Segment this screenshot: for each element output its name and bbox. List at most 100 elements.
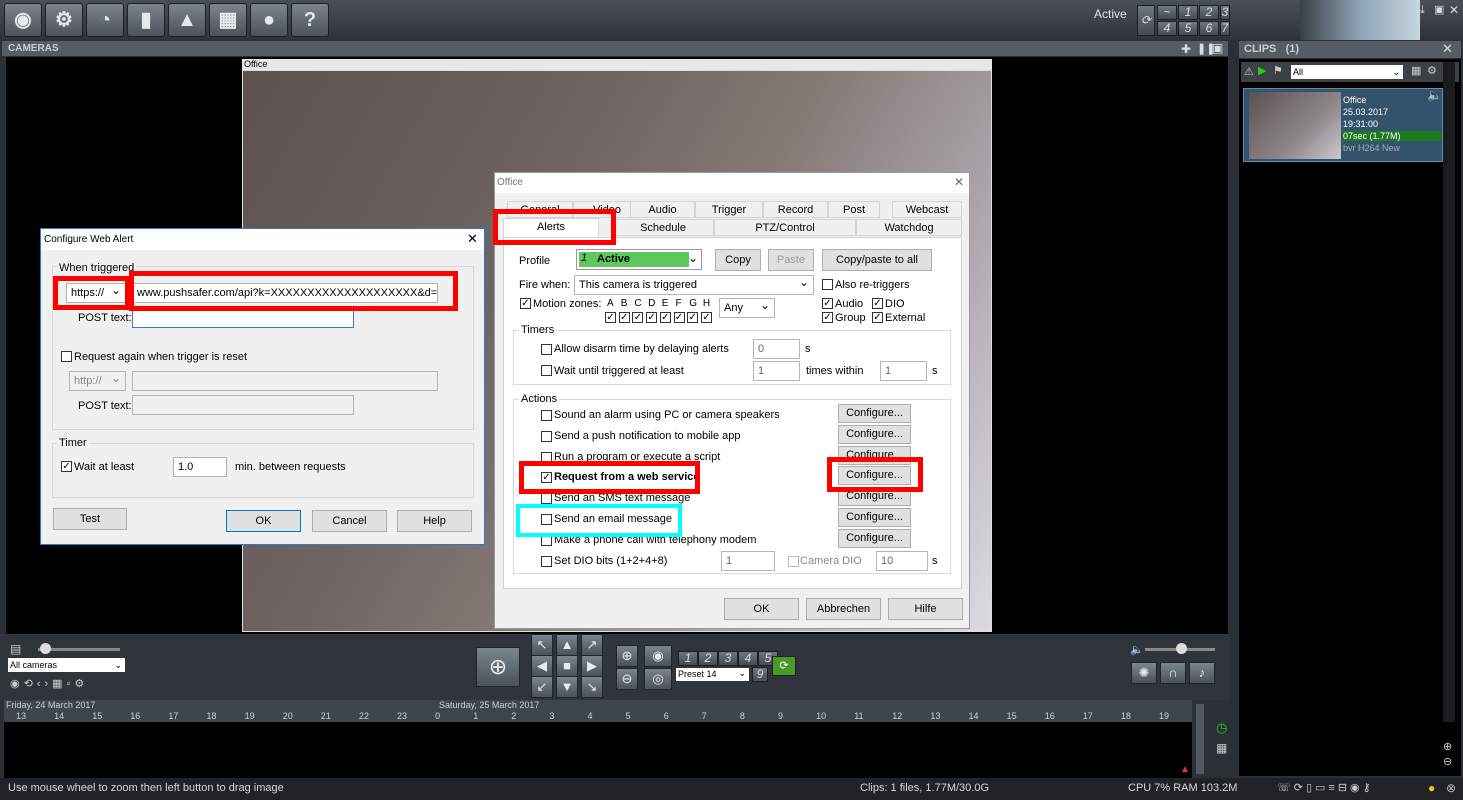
chart-icon[interactable]: ▮: [127, 3, 165, 37]
copy-button[interactable]: Copy: [715, 249, 761, 271]
timeline[interactable]: [4, 722, 1192, 778]
close-status-icon[interactable]: ⊗: [1446, 781, 1456, 795]
warning-status-icon[interactable]: ●: [1428, 781, 1435, 795]
eye-icon[interactable]: ◉: [644, 645, 672, 667]
disarm-spinner[interactable]: 0: [753, 339, 800, 359]
tab-trigger[interactable]: Trigger: [695, 201, 763, 218]
grid-6[interactable]: 6: [1199, 21, 1219, 36]
external-checkbox[interactable]: ✓: [872, 312, 883, 323]
dialog-close-icon[interactable]: ✕: [954, 175, 964, 189]
preset-4[interactable]: 4: [738, 651, 758, 666]
ptz-left-icon[interactable]: ◀: [531, 655, 553, 677]
volume-icon[interactable]: 🔈: [1130, 643, 1144, 656]
zone-checkbox[interactable]: ✓: [646, 312, 658, 323]
layout-icon[interactable]: ▤: [10, 642, 21, 656]
camera-group-select[interactable]: All cameras ⌄: [8, 658, 125, 672]
copy-paste-all-button[interactable]: Copy/paste to all: [822, 249, 932, 271]
image-icon[interactable]: ▲: [168, 3, 206, 37]
camera-icon[interactable]: ◉: [4, 3, 42, 37]
ok-button[interactable]: OK: [724, 598, 799, 620]
profile-select[interactable]: 1 Active ⌄: [576, 249, 702, 270]
film-icon[interactable]: ▦: [209, 3, 247, 37]
timeline-zoom[interactable]: [1196, 704, 1204, 774]
fire-when-select[interactable]: This camera is triggered: [574, 273, 814, 295]
zoom-in-icon[interactable]: ⊕: [616, 645, 638, 667]
volume-slider-handle[interactable]: [1176, 643, 1187, 654]
wait-at-least-checkbox[interactable]: ✓: [61, 461, 72, 472]
configure-button[interactable]: Configure...: [838, 424, 911, 444]
close-icon[interactable]: ✕: [1449, 3, 1459, 17]
help-button[interactable]: Hilfe: [888, 598, 963, 620]
zone-checkbox[interactable]: ✓: [632, 312, 644, 323]
tab-audio[interactable]: Audio: [630, 201, 695, 218]
audio-checkbox[interactable]: ✓: [822, 298, 833, 309]
zone-checkbox[interactable]: ✓: [605, 312, 616, 323]
calendar-small-icon[interactable]: ▦: [1216, 741, 1227, 755]
eye-small-icon[interactable]: ◎: [644, 668, 672, 690]
clips-scrollbar[interactable]: [1443, 62, 1455, 722]
clock-icon[interactable]: ◷: [1216, 720, 1227, 736]
web-alert-close-icon[interactable]: ✕: [467, 231, 478, 247]
headphones-icon[interactable]: ∩: [1160, 662, 1186, 684]
configure-button[interactable]: Configure...: [838, 508, 911, 527]
camera-nav-icons[interactable]: ◉⟲‹›▦▫⚙: [10, 677, 88, 690]
tab-schedule[interactable]: Schedule: [612, 219, 714, 236]
ptz-up-right-icon[interactable]: ↗: [581, 634, 603, 656]
preset-1[interactable]: 1: [678, 651, 698, 666]
web-alert-ok-button[interactable]: OK: [226, 510, 301, 532]
ptz-up-left-icon[interactable]: ↖: [531, 634, 553, 656]
preset-go-button[interactable]: 9: [752, 667, 768, 682]
web-alert-help-button[interactable]: Help: [397, 510, 472, 532]
microphone-icon[interactable]: ♪: [1189, 662, 1215, 684]
paste-button[interactable]: Paste: [768, 249, 814, 271]
calendar-icon[interactable]: ▦: [1411, 64, 1421, 77]
preset-2[interactable]: 2: [698, 651, 718, 666]
grid-5[interactable]: 5: [1178, 21, 1198, 36]
zoom-out-icon[interactable]: ⊖: [616, 668, 638, 690]
within-spinner[interactable]: 1: [880, 361, 927, 381]
url2-input[interactable]: [132, 371, 438, 391]
zone-checkbox[interactable]: ✓: [659, 312, 671, 323]
tab-post[interactable]: Post: [828, 201, 880, 218]
motion-zones-checkbox[interactable]: ✓: [520, 298, 531, 309]
zone-checkbox[interactable]: ✓: [673, 312, 685, 323]
ptz-down-icon[interactable]: ▼: [556, 676, 578, 698]
clips-close-icon[interactable]: ✕: [1442, 41, 1453, 57]
zoom-slider-handle[interactable]: [40, 643, 51, 654]
grid-toggle[interactable]: ~: [1157, 5, 1177, 20]
allow-disarm-checkbox[interactable]: [541, 344, 552, 355]
ptz-up-icon[interactable]: ▲: [556, 634, 578, 656]
tab-webcast[interactable]: Webcast: [892, 201, 962, 218]
action-checkbox[interactable]: [541, 410, 552, 421]
dashboard-icon[interactable]: ◔: [86, 3, 124, 37]
grid-3[interactable]: 3: [1220, 5, 1230, 20]
wait-at-least-spinner[interactable]: 1.0: [173, 457, 227, 477]
maximize-icon[interactable]: ▣: [1434, 3, 1444, 16]
gear-icon[interactable]: ⚙: [45, 3, 83, 37]
flag-icon[interactable]: ⚑: [1273, 64, 1283, 77]
post-text2-input[interactable]: [132, 395, 354, 415]
web-alert-cancel-button[interactable]: Cancel: [312, 510, 387, 532]
light-icon[interactable]: ✺: [1131, 662, 1157, 684]
download-icon[interactable]: ⤓: [1420, 4, 1425, 17]
dio-seconds-spinner[interactable]: 10: [876, 551, 928, 571]
dio-bits-checkbox[interactable]: [541, 556, 552, 567]
fullscreen-icon[interactable]: ▣: [1212, 41, 1223, 55]
action-checkbox[interactable]: [541, 493, 552, 505]
play-icon[interactable]: ▶: [1258, 64, 1266, 77]
preset-select[interactable]: Preset 14 ⌄: [676, 668, 749, 681]
test-button[interactable]: Test: [53, 508, 127, 530]
zoom-in-small-icon[interactable]: ⊕: [1443, 740, 1452, 753]
help-icon[interactable]: ?: [291, 3, 329, 37]
dio-checkbox[interactable]: ✓: [872, 298, 883, 309]
action-checkbox[interactable]: [541, 430, 552, 442]
dio-bits-spinner[interactable]: 1: [721, 551, 775, 571]
zone-checkbox[interactable]: ✓: [700, 312, 712, 323]
protocol2-select[interactable]: http://: [69, 369, 126, 391]
ptz-down-left-icon[interactable]: ↙: [531, 676, 553, 698]
ptz-center-icon[interactable]: ⊕: [476, 647, 520, 687]
grid-7[interactable]: 7: [1220, 21, 1230, 36]
grid-2[interactable]: 2: [1199, 5, 1219, 20]
traffic-light-icon[interactable]: ●: [250, 3, 288, 37]
refresh-green-icon[interactable]: ⟳: [772, 656, 796, 676]
